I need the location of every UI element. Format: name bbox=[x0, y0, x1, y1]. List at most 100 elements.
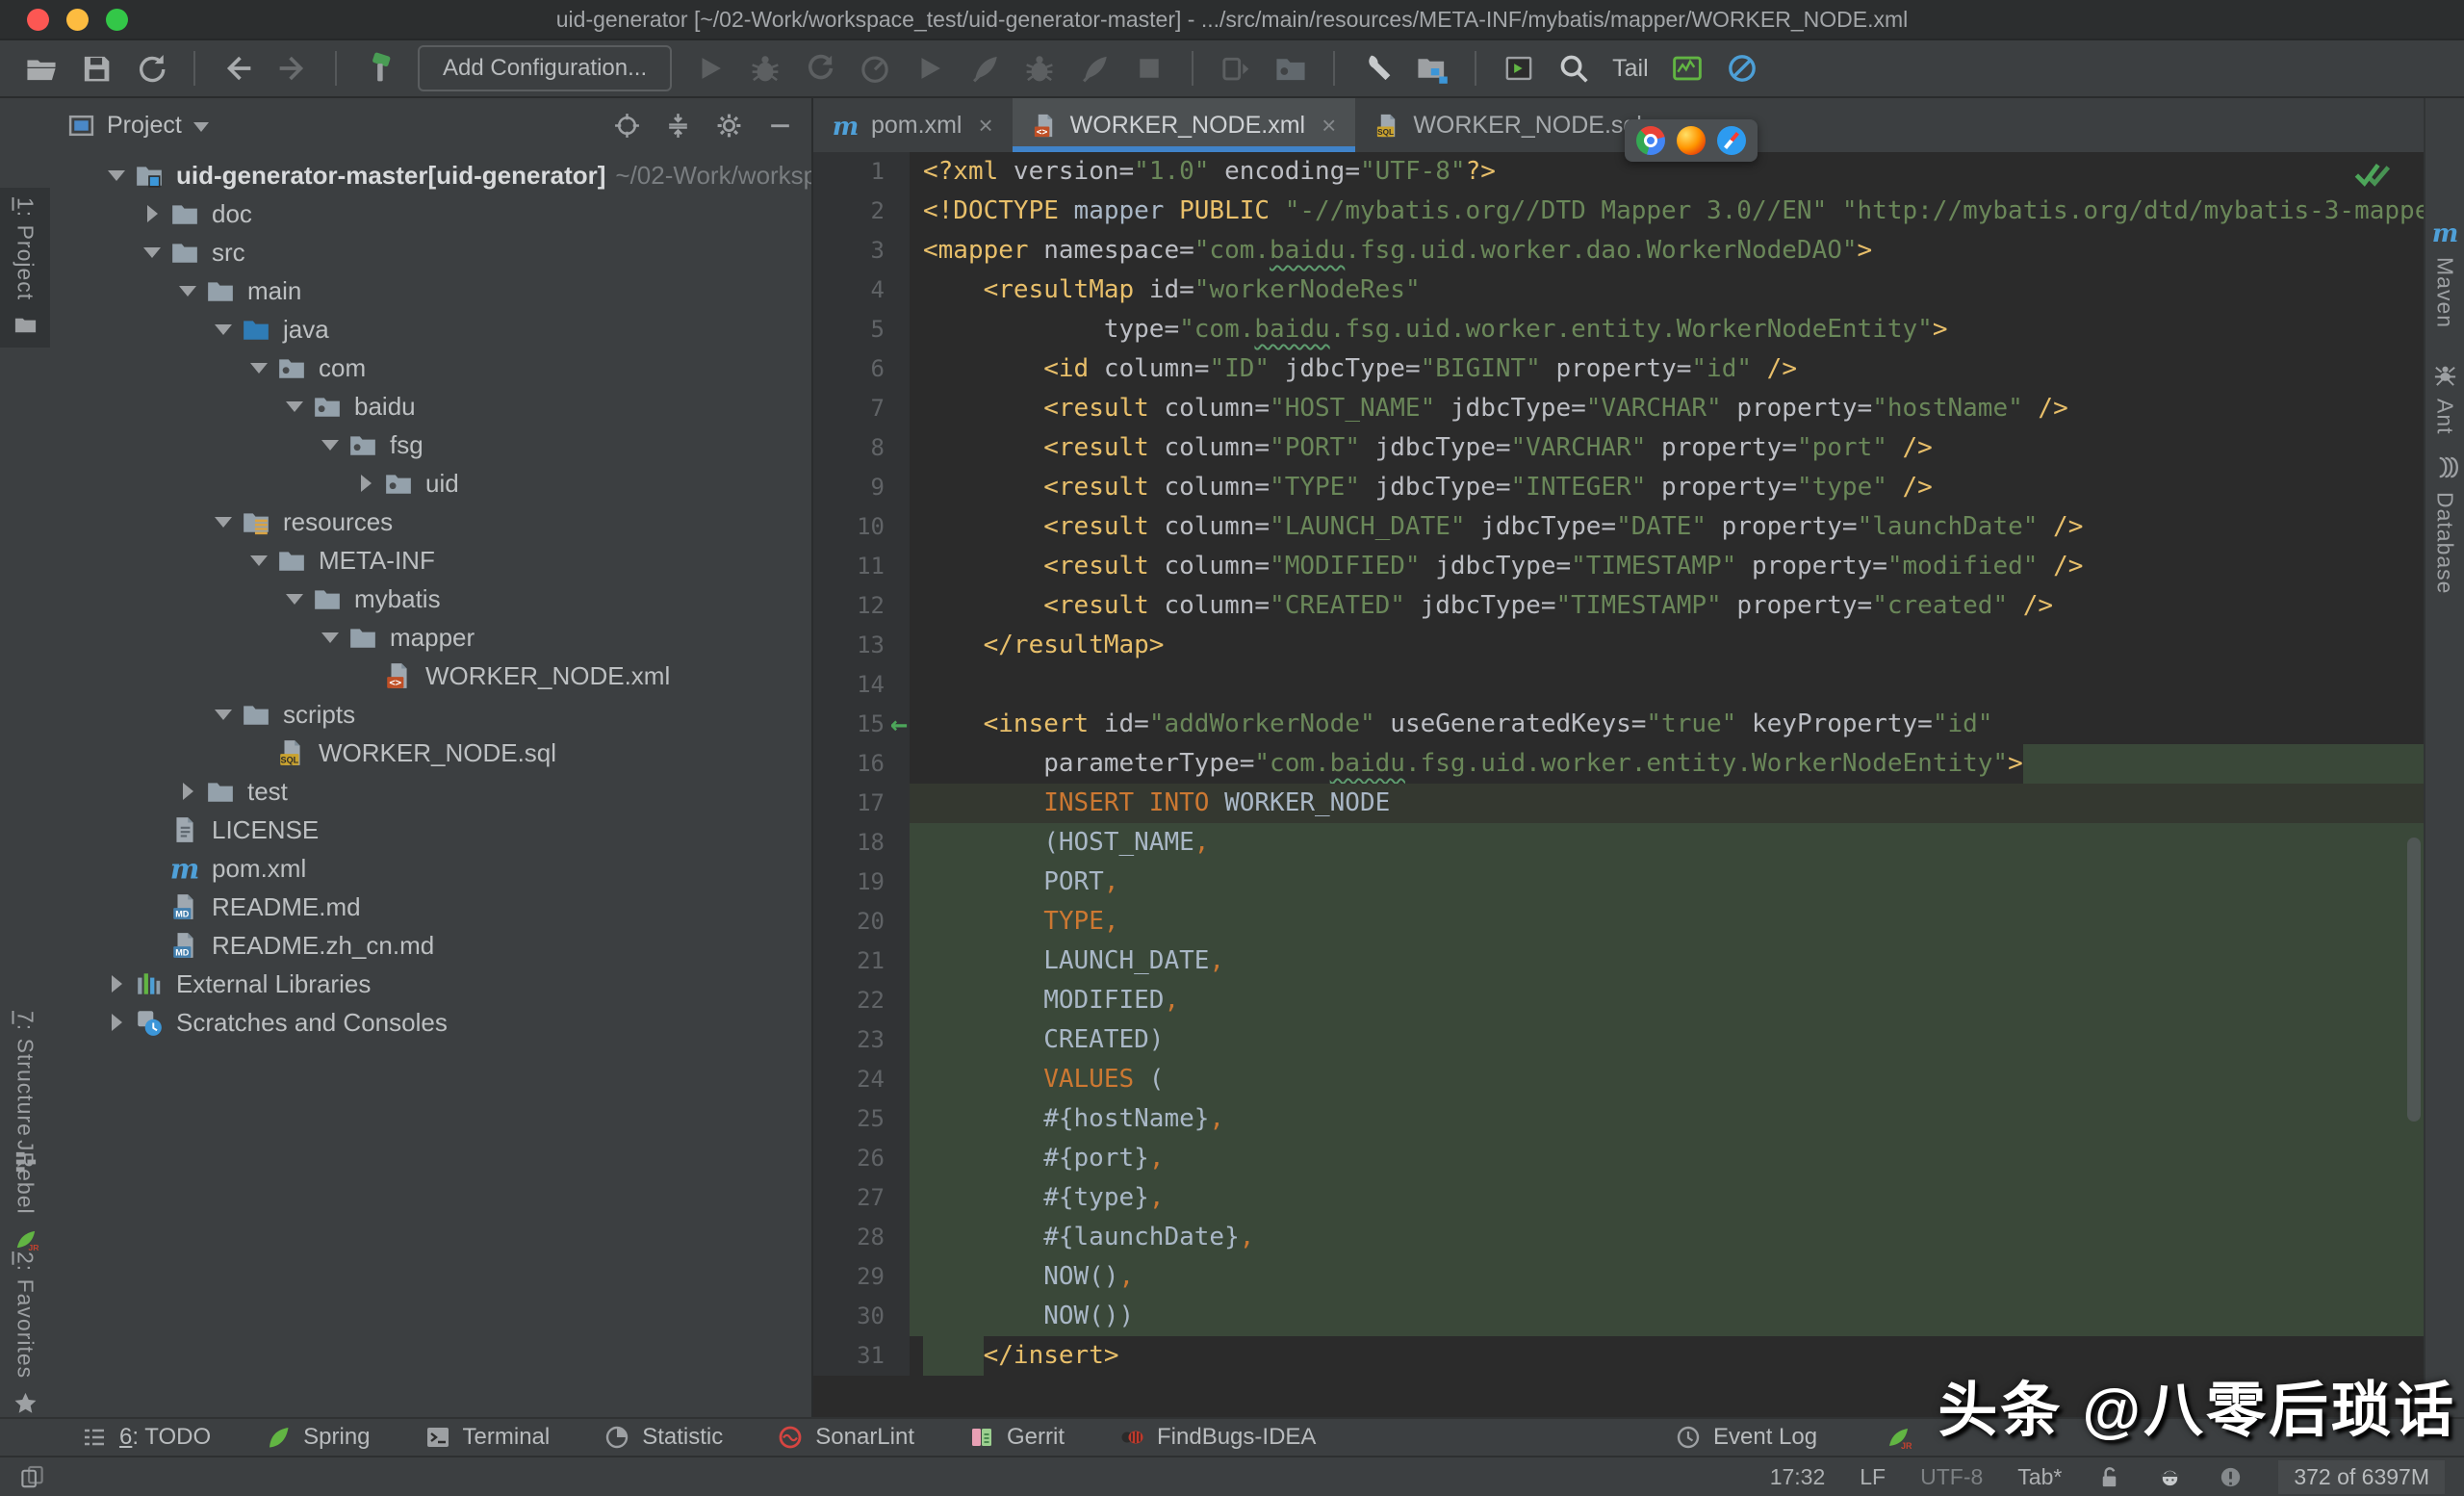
sync-icon[interactable] bbox=[135, 52, 167, 85]
line-ending-indicator[interactable]: LF bbox=[1860, 1464, 1886, 1490]
tree-item-uid-generator-master[interactable]: uid-generator-master [uid-generator] ~/02… bbox=[50, 156, 811, 194]
jrebel-debug-icon[interactable] bbox=[1023, 52, 1056, 85]
line-number[interactable]: 30 bbox=[813, 1297, 910, 1336]
line-number[interactable]: 29 bbox=[813, 1257, 910, 1297]
run-icon[interactable] bbox=[694, 52, 727, 85]
inspections-ok-icon[interactable] bbox=[2354, 158, 2393, 193]
safari-icon[interactable] bbox=[1717, 126, 1746, 155]
line-number[interactable]: 3 bbox=[813, 231, 910, 271]
tool-window-button-findbugs-idea[interactable]: FindBugs-IDEA bbox=[1118, 1424, 1316, 1451]
rerun-icon[interactable] bbox=[1078, 52, 1111, 85]
line-number[interactable]: 12 bbox=[813, 586, 910, 626]
chevron-expanded-icon[interactable] bbox=[205, 709, 242, 720]
code-editor[interactable]: 1 <?xml version= "1.0" encoding= "UTF-8" ?> 2… bbox=[813, 152, 2426, 1417]
chevron-expanded-icon[interactable] bbox=[134, 247, 170, 258]
ban-icon[interactable] bbox=[1726, 52, 1758, 85]
line-number[interactable]: 16 bbox=[813, 744, 910, 784]
tool-window-button-sonarlint[interactable]: SonarLint bbox=[777, 1424, 914, 1451]
search-everywhere-icon[interactable] bbox=[1557, 52, 1590, 85]
line-number[interactable]: 9 bbox=[813, 468, 910, 507]
line-number[interactable]: 13 bbox=[813, 626, 910, 665]
chevron-collapsed-icon[interactable] bbox=[98, 975, 135, 993]
line-number[interactable]: 31 bbox=[813, 1336, 910, 1376]
line-number[interactable]: 19 bbox=[813, 863, 910, 902]
run-configuration-select[interactable]: Add Configuration... bbox=[418, 45, 673, 91]
stripe-item-1-project[interactable]: 1: Project bbox=[0, 188, 50, 348]
save-all-icon[interactable] bbox=[80, 52, 113, 85]
line-number[interactable]: 8 bbox=[813, 428, 910, 468]
build-project-icon[interactable] bbox=[363, 52, 396, 85]
tree-item-worker-node-xml[interactable]: <> WORKER_NODE.xml bbox=[50, 657, 811, 695]
firefox-icon[interactable] bbox=[1677, 126, 1706, 155]
tab-pom-xml[interactable]: m pom.xml × bbox=[813, 98, 1013, 152]
chevron-expanded-icon[interactable] bbox=[205, 324, 242, 335]
tree-item-baidu[interactable]: baidu bbox=[50, 387, 811, 426]
select-opened-file-icon[interactable] bbox=[613, 112, 641, 140]
update-app-icon[interactable] bbox=[1274, 52, 1307, 85]
line-number[interactable]: 4 bbox=[813, 271, 910, 310]
forward-icon[interactable] bbox=[276, 52, 309, 85]
tool-window-button-gerrit[interactable]: Gerrit bbox=[968, 1424, 1065, 1451]
line-number[interactable]: 11 bbox=[813, 547, 910, 586]
chevron-expanded-icon[interactable] bbox=[169, 286, 206, 297]
run-jrebel-icon[interactable] bbox=[913, 52, 946, 85]
unlock-icon[interactable] bbox=[2096, 1464, 2122, 1490]
line-number[interactable]: 18 bbox=[813, 823, 910, 863]
tool-window-button-event-log[interactable]: Event Log bbox=[1675, 1424, 1817, 1451]
project-structure-icon[interactable] bbox=[1416, 52, 1449, 85]
tail-button[interactable]: Tail bbox=[1612, 55, 1649, 83]
chevron-collapsed-icon[interactable] bbox=[347, 475, 384, 492]
stripe-item-ant[interactable]: Ant bbox=[2426, 351, 2464, 445]
chevron-expanded-icon[interactable] bbox=[241, 555, 277, 566]
chevron-expanded-icon[interactable] bbox=[312, 440, 348, 451]
chevron-collapsed-icon[interactable] bbox=[98, 1014, 135, 1031]
tree-item-license[interactable]: LICENSE bbox=[50, 811, 811, 849]
chevron-expanded-icon[interactable] bbox=[276, 594, 313, 605]
back-icon[interactable] bbox=[221, 52, 254, 85]
tree-item-scratches-and-consoles[interactable]: Scratches and Consoles bbox=[50, 1003, 811, 1042]
tree-item-com[interactable]: com bbox=[50, 348, 811, 387]
caret-position[interactable]: 17:32 bbox=[1770, 1464, 1826, 1490]
line-number[interactable]: 23 bbox=[813, 1020, 910, 1060]
tree-item-readme-zh-cn-md[interactable]: MD README.zh_cn.md bbox=[50, 926, 811, 965]
line-number[interactable]: 26 bbox=[813, 1139, 910, 1178]
tool-window-button-spring[interactable]: Spring bbox=[265, 1424, 371, 1451]
attach-debugger-icon[interactable] bbox=[1219, 52, 1252, 85]
line-number[interactable]: 7 bbox=[813, 389, 910, 428]
tree-item-scripts[interactable]: scripts bbox=[50, 695, 811, 734]
line-number[interactable]: 10 bbox=[813, 507, 910, 547]
line-number[interactable]: 21 bbox=[813, 941, 910, 981]
open-icon[interactable] bbox=[25, 52, 58, 85]
line-number[interactable]: 24 bbox=[813, 1060, 910, 1099]
line-number[interactable]: 14 bbox=[813, 665, 910, 705]
tool-window-button-6-todo[interactable]: 6: TODO bbox=[81, 1424, 211, 1451]
tree-item-mapper[interactable]: mapper bbox=[50, 618, 811, 657]
hide-panel-icon[interactable] bbox=[766, 112, 794, 140]
line-number[interactable]: 6 bbox=[813, 349, 910, 389]
tree-item-main[interactable]: main bbox=[50, 271, 811, 310]
chevron-expanded-icon[interactable] bbox=[241, 363, 277, 374]
tab-worker-node-xml[interactable]: <> WORKER_NODE.xml × bbox=[1012, 98, 1356, 152]
chrome-icon[interactable] bbox=[1636, 126, 1665, 155]
gear-icon[interactable] bbox=[715, 112, 743, 140]
chevron-expanded-icon[interactable] bbox=[276, 401, 313, 412]
tree-item-readme-md[interactable]: MD README.md bbox=[50, 888, 811, 926]
tree-item-pom-xml[interactable]: m pom.xml bbox=[50, 849, 811, 888]
monitor-icon[interactable] bbox=[1671, 52, 1704, 85]
chevron-down-icon[interactable] bbox=[192, 122, 209, 132]
stop-icon[interactable] bbox=[1133, 52, 1166, 85]
navigation-back-arrow-icon[interactable]: ← bbox=[890, 705, 908, 744]
tree-item-worker-node-sql[interactable]: SQL WORKER_NODE.sql bbox=[50, 734, 811, 772]
tree-item-fsg[interactable]: fsg bbox=[50, 426, 811, 464]
chevron-expanded-icon[interactable] bbox=[98, 170, 135, 181]
close-tab-icon[interactable]: × bbox=[1322, 111, 1336, 141]
chevron-expanded-icon[interactable] bbox=[205, 517, 242, 528]
settings-wrench-icon[interactable] bbox=[1361, 52, 1394, 85]
coverage-icon[interactable] bbox=[804, 52, 836, 85]
tool-window-switcher-icon[interactable] bbox=[19, 1464, 45, 1490]
debug-icon[interactable] bbox=[749, 52, 782, 85]
line-number[interactable]: 20 bbox=[813, 902, 910, 941]
indent-indicator[interactable]: Tab* bbox=[2017, 1464, 2062, 1490]
line-number[interactable]: 2 bbox=[813, 192, 910, 231]
close-tab-icon[interactable]: × bbox=[978, 111, 992, 141]
